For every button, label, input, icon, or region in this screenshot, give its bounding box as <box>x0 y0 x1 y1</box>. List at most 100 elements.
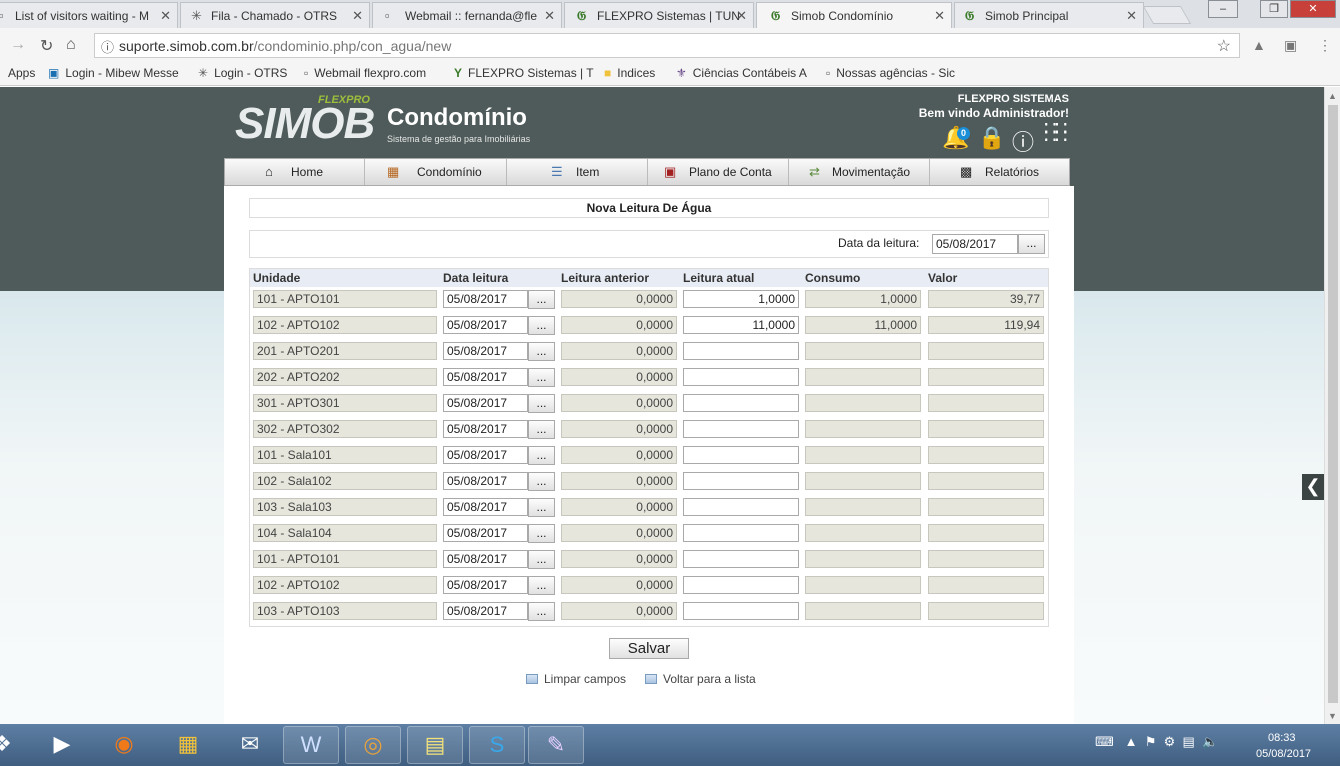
scroll-down-icon[interactable]: ▼ <box>1328 711 1337 721</box>
row-date-picker-button[interactable]: ... <box>528 472 555 491</box>
thunderbird-icon[interactable]: ✉ <box>222 726 278 764</box>
menu-home[interactable]: ⌂ Home <box>225 159 365 185</box>
bookmark-flexpro[interactable]: Y FLEXPRO Sistemas | T <box>454 66 594 80</box>
scroll-up-icon[interactable]: ▲ <box>1328 91 1337 101</box>
row-date-picker-button[interactable]: ... <box>528 446 555 465</box>
current-reading-input[interactable] <box>683 472 799 490</box>
reading-date-field[interactable]: 05/08/2017 <box>443 368 528 386</box>
reading-date-field[interactable]: 05/08/2017 <box>443 394 528 412</box>
close-icon[interactable]: ✕ <box>160 8 171 24</box>
save-button[interactable]: Salvar <box>609 638 689 659</box>
word-icon[interactable]: W <box>283 726 339 764</box>
scrollbar-thumb[interactable] <box>1328 105 1338 703</box>
row-date-picker-button[interactable]: ... <box>528 290 555 309</box>
current-reading-input[interactable] <box>683 498 799 516</box>
avast-icon[interactable]: ⚙ <box>1164 734 1176 749</box>
back-arrow-icon[interactable]: → <box>10 36 26 54</box>
menu-movimentacao[interactable]: ⇄ Movimentação <box>789 159 930 185</box>
apps-grid-icon[interactable]: ∷∷ ∷∷ <box>1044 119 1067 147</box>
bookmark-apps[interactable]: Apps <box>8 66 35 80</box>
reading-date-field[interactable]: 05/08/2017 <box>443 550 528 568</box>
explorer-icon[interactable]: ▦ <box>160 726 216 764</box>
row-date-picker-button[interactable]: ... <box>528 420 555 439</box>
new-tab-button[interactable] <box>1142 6 1192 24</box>
current-reading-input[interactable] <box>683 576 799 594</box>
extension-icon[interactable]: ▣ <box>1284 37 1297 54</box>
url-input[interactable]: ⓘ suporte.simob.com.br/condominio.php/co… <box>94 33 1240 58</box>
bookmark-mibew[interactable]: ▣ Login - Mibew Messe <box>48 66 179 80</box>
lock-icon[interactable]: 🔒 <box>978 125 1005 151</box>
reading-date-field[interactable]: 05/08/2017 <box>443 498 528 516</box>
current-reading-input[interactable] <box>683 342 799 360</box>
reading-date-input[interactable]: 05/08/2017 <box>932 234 1018 254</box>
tab-flexpro[interactable]: 𝔊 FLEXPRO Sistemas | TUN ✕ <box>564 2 754 28</box>
reading-date-field[interactable]: 05/08/2017 <box>443 602 528 620</box>
date-picker-button[interactable]: ... <box>1018 234 1045 254</box>
row-date-picker-button[interactable]: ... <box>528 576 555 595</box>
show-hidden-icon[interactable]: ▲ <box>1125 734 1138 749</box>
tab-webmail[interactable]: ▫ Webmail :: fernanda@fle ✕ <box>372 2 562 28</box>
reload-icon[interactable]: ↻ <box>40 36 53 56</box>
clock-time[interactable]: 08:33 <box>1268 732 1296 744</box>
bookmark-agencias[interactable]: ▫ Nossas agências - Sic <box>826 66 955 80</box>
start-button[interactable]: ❖ <box>0 726 22 764</box>
minimize-button[interactable]: – <box>1208 0 1238 18</box>
reading-date-field[interactable]: 05/08/2017 <box>443 576 528 594</box>
bookmark-indices[interactable]: ■ Indices <box>604 66 655 80</box>
close-icon[interactable]: ✕ <box>934 8 945 24</box>
row-date-picker-button[interactable]: ... <box>528 550 555 569</box>
tab-visitors[interactable]: ▫ List of visitors waiting - M ✕ <box>0 2 178 28</box>
maximize-button[interactable]: ❐ <box>1260 0 1288 18</box>
current-reading-input[interactable] <box>683 368 799 386</box>
close-icon[interactable]: ✕ <box>736 8 747 24</box>
keyboard-icon[interactable]: ⌨ <box>1095 734 1114 749</box>
firefox-icon[interactable]: ◉ <box>96 726 152 764</box>
reading-date-field[interactable]: 05/08/2017 <box>443 290 528 308</box>
row-date-picker-button[interactable]: ... <box>528 394 555 413</box>
page-scrollbar[interactable]: ▲ ▼ <box>1324 87 1340 724</box>
current-reading-input[interactable]: 11,0000 <box>683 316 799 334</box>
row-date-picker-button[interactable]: ... <box>528 524 555 543</box>
menu-condominio[interactable]: ▦ Condomínio <box>365 159 507 185</box>
reading-date-field[interactable]: 05/08/2017 <box>443 446 528 464</box>
system-tray[interactable]: ⌨ ▲ ⚑ ⚙ ▤ 🔈 <box>1095 734 1218 750</box>
current-reading-input[interactable] <box>683 446 799 464</box>
row-date-picker-button[interactable]: ... <box>528 498 555 517</box>
tab-otrs[interactable]: ✳ Fila - Chamado - OTRS ✕ <box>180 2 370 28</box>
flag-icon[interactable]: ⚑ <box>1145 734 1157 749</box>
paint-icon[interactable]: ✎ <box>528 726 584 764</box>
clock-date[interactable]: 05/08/2017 <box>1256 748 1311 760</box>
home-icon[interactable]: ⌂ <box>66 36 76 54</box>
back-to-list-link[interactable]: Voltar para a lista <box>645 672 756 686</box>
info-icon[interactable]: ⓘ <box>1012 125 1034 157</box>
row-date-picker-button[interactable]: ... <box>528 316 555 335</box>
clear-fields-link[interactable]: Limpar campos <box>526 672 626 686</box>
sidebar-toggle-button[interactable]: ❮ <box>1302 474 1324 500</box>
close-icon[interactable]: ✕ <box>1126 8 1137 24</box>
tab-simob-principal[interactable]: 𝔊 Simob Principal ✕ <box>954 2 1144 28</box>
chrome-icon[interactable]: ◎ <box>345 726 401 764</box>
skype-icon[interactable]: S <box>469 726 525 764</box>
menu-plano-de-conta[interactable]: ▣ Plano de Conta <box>648 159 789 185</box>
sticky-notes-icon[interactable]: ▤ <box>407 726 463 764</box>
reading-date-field[interactable]: 05/08/2017 <box>443 342 528 360</box>
current-reading-input[interactable] <box>683 524 799 542</box>
close-icon[interactable]: ✕ <box>544 8 555 24</box>
current-reading-input[interactable] <box>683 394 799 412</box>
bookmark-otrs[interactable]: ✳ Login - OTRS <box>198 66 287 80</box>
row-date-picker-button[interactable]: ... <box>528 602 555 621</box>
bookmark-webmail[interactable]: ▫ Webmail flexpro.com <box>304 66 426 80</box>
reading-date-field[interactable]: 05/08/2017 <box>443 524 528 542</box>
close-icon[interactable]: ✕ <box>352 8 363 24</box>
menu-dots-icon[interactable]: ⋮ <box>1318 37 1332 54</box>
volume-icon[interactable]: 🔈 <box>1202 734 1218 749</box>
reading-date-field[interactable]: 05/08/2017 <box>443 472 528 490</box>
tab-simob-condominio[interactable]: 𝔊 Simob Condomínio ✕ <box>756 2 952 28</box>
menu-item[interactable]: ☰ Item <box>507 159 648 185</box>
current-reading-input[interactable] <box>683 602 799 620</box>
row-date-picker-button[interactable]: ... <box>528 368 555 387</box>
network-icon[interactable]: ▤ <box>1183 734 1195 749</box>
current-reading-input[interactable] <box>683 420 799 438</box>
pdf-extension-icon[interactable]: ▲ <box>1252 37 1266 53</box>
row-date-picker-button[interactable]: ... <box>528 342 555 361</box>
